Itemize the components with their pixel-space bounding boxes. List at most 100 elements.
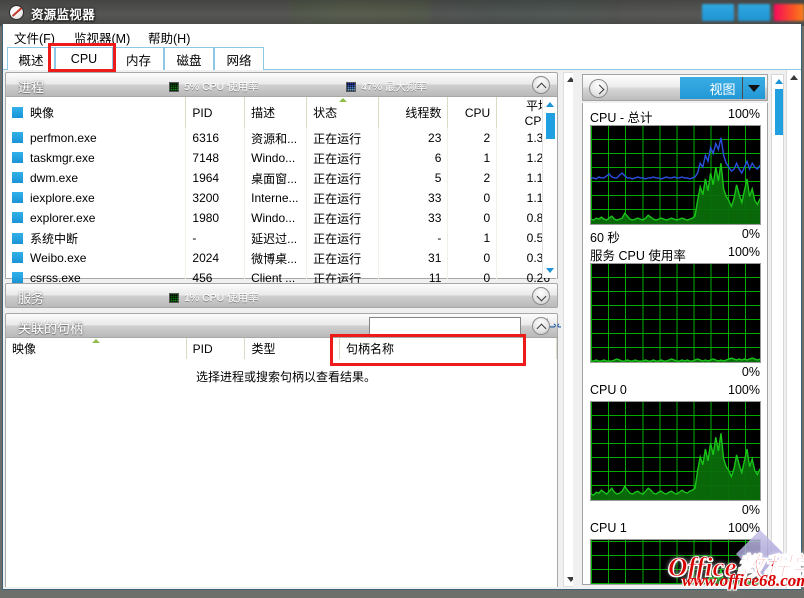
scroll-down-arrow-icon[interactable] [790, 579, 798, 584]
cell-image: 系统中断 [6, 228, 187, 248]
graph-max-cpu0: 100% [728, 383, 760, 397]
cell-image: explorer.exe [6, 208, 187, 228]
table-row[interactable]: perfmon.exe 6316 资源和... 正在运行 23 2 1.32 [6, 128, 557, 148]
menu-item-help[interactable]: 帮助(H) [145, 27, 193, 48]
scroll-up-arrow-icon[interactable] [774, 79, 783, 84]
taskbar-button-2[interactable] [738, 4, 770, 21]
resource-monitor-window: 文件(F) 监视器(M) 帮助(H) 概述 CPU 内存 磁盘 网络 进程 5%… [2, 24, 802, 590]
table-row[interactable]: iexplore.exe 3200 Interne... 正在运行 33 0 1.14 [6, 188, 557, 208]
process-icon [12, 252, 23, 263]
graph-plot-cpu-total [590, 125, 761, 225]
tab-overview[interactable]: 概述 [7, 47, 55, 70]
table-row[interactable]: taskmgr.exe 7148 Windo... 正在运行 6 1 1.25 [6, 148, 557, 168]
handle-col-header-image[interactable]: 映像 [6, 338, 187, 359]
cell-cpu: 0 [447, 248, 498, 268]
menu-item-monitor[interactable]: 监视器(M) [71, 27, 133, 48]
col-header-pid[interactable]: PID [185, 97, 246, 128]
tab-disk[interactable]: 磁盘 [164, 47, 214, 70]
services-cpu-usage-text: 1% CPU 使用率 [184, 292, 259, 304]
services-section-header[interactable]: 服务 1% CPU 使用率 [5, 283, 558, 308]
cell-cpu: 0 [447, 188, 498, 208]
process-table-header-row: 映像 PID 描述 状态 线程数 CPU 平均 CPU [6, 97, 557, 128]
col-header-status[interactable]: 状态 [306, 97, 379, 128]
tab-memory[interactable]: 内存 [113, 47, 164, 70]
graphs-panel-header: 视图 [582, 74, 768, 101]
services-legend-cpu: 1% CPU 使用率 [169, 290, 259, 305]
tab-network[interactable]: 网络 [214, 47, 264, 70]
cell-image: dwm.exe [6, 168, 187, 188]
scroll-up-arrow-icon[interactable] [790, 75, 798, 80]
col-header-image[interactable]: 映像 [6, 97, 187, 128]
chevron-up-icon[interactable] [532, 317, 550, 335]
graph-min-service-cpu: 0% [741, 365, 760, 379]
cell-pid: 3200 [185, 188, 246, 208]
graph-label-cpu1: CPU 1 [590, 521, 627, 535]
process-list-scrollbar[interactable] [542, 97, 557, 278]
resource-monitor-icon [9, 5, 24, 20]
graphs-list[interactable]: CPU - 总计 100% 60 秒 0% 服务 CPU 使用率 100% 0% [582, 103, 768, 585]
process-legend-cpu: 5% CPU 使用率 [169, 79, 259, 94]
handles-empty-message: 选择进程或搜索句柄以查看结果。 [196, 370, 377, 384]
scrollbar-thumb[interactable] [774, 89, 783, 135]
handle-col-header-pid[interactable]: PID [186, 338, 246, 359]
cell-cpu: 2 [447, 128, 498, 148]
graph-xaxis-cpu-total: 60 秒 [590, 231, 620, 245]
chevron-down-icon[interactable] [532, 287, 550, 305]
handle-col-label-image: 映像 [12, 342, 37, 356]
triangle-down-icon[interactable] [742, 77, 765, 99]
table-row[interactable]: 系统中断 - 延迟过... 正在运行 -1 0.55 [6, 228, 557, 248]
process-section-header[interactable]: 进程 5% CPU 使用率 47% 最大频率 [5, 72, 558, 97]
cell-threads: 23 [378, 128, 449, 148]
main-content-area: 进程 5% CPU 使用率 47% 最大频率 映像 PID 描述 状态 线程数 … [3, 70, 801, 589]
scroll-down-arrow-icon[interactable] [546, 268, 554, 273]
col-header-threads[interactable]: 线程数 [378, 97, 449, 128]
cell-status: 正在运行 [306, 248, 379, 268]
cell-image: perfmon.exe [6, 128, 187, 148]
handle-col-header-type[interactable]: 类型 [244, 338, 341, 359]
graphs-panel-scrollbar[interactable] [771, 74, 784, 587]
scroll-up-arrow-icon[interactable] [546, 102, 554, 107]
handles-table-header-row: 映像 PID 类型 句柄名称 [6, 338, 557, 359]
process-legend-freq: 47% 最大频率 [346, 79, 427, 94]
legend-swatch-green [169, 292, 179, 303]
tab-strip: 概述 CPU 内存 磁盘 网络 [3, 46, 801, 70]
menu-item-file[interactable]: 文件(F) [11, 27, 58, 48]
chevron-up-icon[interactable] [532, 76, 550, 94]
cell-threads: 5 [378, 168, 449, 188]
legend-max-frequency-text: 47% 最大频率 [361, 81, 427, 93]
handle-col-header-name[interactable]: 句柄名称 [339, 338, 557, 359]
cell-pid: 1980 [185, 208, 246, 228]
taskbar-button-3[interactable] [774, 4, 804, 21]
graph-max-cpu1: 100% [728, 521, 760, 535]
handles-table: 映像 PID 类型 句柄名称 选择进程或搜索句柄以查看结果。 [5, 338, 558, 587]
scrollbar-thumb[interactable] [546, 113, 555, 139]
cell-status: 正在运行 [306, 188, 379, 208]
graph-min-cpu-total: 0% [741, 227, 760, 241]
cell-pid: 7148 [185, 148, 246, 168]
handle-search-box[interactable]: ↩↪ [369, 317, 561, 336]
table-row[interactable]: explorer.exe 1980 Windo... 正在运行 33 0 0.81 [6, 208, 557, 228]
col-header-cpu[interactable]: CPU [447, 97, 498, 128]
table-row[interactable]: dwm.exe 1964 桌面窗... 正在运行 5 2 1.19 [6, 168, 557, 188]
handles-section-header[interactable]: 关联的句柄 ↩↪ [5, 313, 561, 338]
chevron-right-icon[interactable] [589, 79, 608, 98]
search-input[interactable] [370, 318, 531, 335]
cell-pid: 1964 [185, 168, 246, 188]
cell-status: 正在运行 [306, 128, 379, 148]
title-bar[interactable] [0, 0, 804, 26]
table-row[interactable]: Weibo.exe 2024 微博桌... 正在运行 31 0 0.33 [6, 248, 557, 268]
cell-threads: 33 [378, 188, 449, 208]
window-scrollbar[interactable] [786, 70, 801, 589]
menu-bar: 文件(F) 监视器(M) 帮助(H) [3, 24, 801, 46]
window-title: 资源监视器 [31, 8, 96, 22]
process-icon [12, 212, 23, 223]
tab-cpu[interactable]: CPU [55, 47, 113, 70]
col-label-status: 状态 [313, 106, 338, 120]
taskbar-button-1[interactable] [702, 4, 734, 21]
graphs-panel: 视图 CPU - 总计 100% 60 秒 0% 服务 CPU 使用率 100% [573, 72, 785, 587]
col-header-description[interactable]: 描述 [244, 97, 308, 128]
cell-description: 延迟过... [244, 228, 308, 248]
cell-description: 微博桌... [244, 248, 308, 268]
cell-cpu: 0 [447, 208, 498, 228]
cell-threads: 31 [378, 248, 449, 268]
